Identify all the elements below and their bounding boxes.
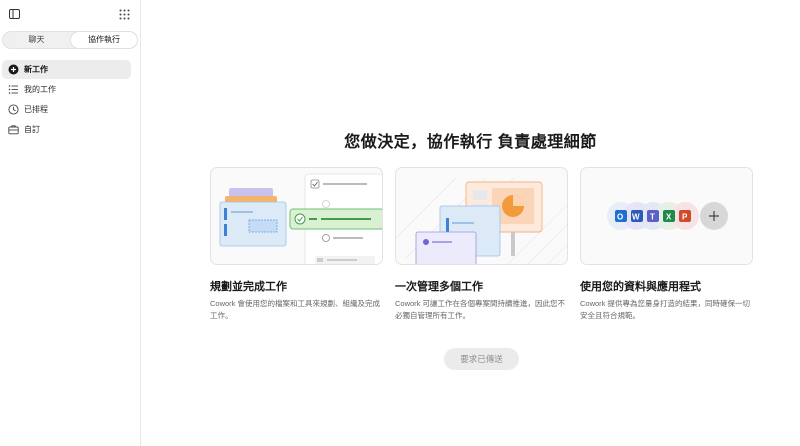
sidebar-header <box>0 0 141 28</box>
feature-card-multitask <box>395 167 568 265</box>
svg-text:X: X <box>666 213 672 222</box>
tab-chat[interactable]: 聊天 <box>3 32 70 48</box>
sidebar: 聊天 協作執行 新工作 我的工作 已排程 自訂 <box>0 0 141 446</box>
svg-text:T: T <box>650 213 655 222</box>
sidebar-item-my-tasks[interactable]: 我的工作 <box>2 80 131 99</box>
feature-title-multitask: 一次管理多個工作 <box>395 281 483 293</box>
sidebar-nav: 新工作 我的工作 已排程 自訂 <box>2 60 131 140</box>
excel-icon: X <box>663 210 675 222</box>
sidebar-item-custom[interactable]: 自訂 <box>2 120 131 139</box>
planning-illustration <box>219 173 382 264</box>
mode-switcher: 聊天 協作執行 <box>2 31 137 49</box>
svg-text:P: P <box>682 213 688 222</box>
outlook-icon: O <box>615 210 627 222</box>
feature-desc-multitask: Cowork 可讓工作在各個專案間持續推進，因此您不必獨自管理所有工作。 <box>395 299 566 320</box>
multitask-illustration <box>396 177 567 264</box>
feature-card-apps: O W T X P <box>580 167 753 265</box>
request-sent-button[interactable]: 要求已傳送 <box>444 348 519 370</box>
sidebar-item-new-task[interactable]: 新工作 <box>2 60 131 79</box>
feature-card-plan <box>210 167 383 265</box>
plus-circle-icon <box>8 64 19 75</box>
feature-title-plan: 規劃並完成工作 <box>210 281 287 293</box>
apps-grid-icon[interactable] <box>119 9 130 20</box>
page-title: 您做決定，協作執行 負責處理細節 <box>344 134 597 151</box>
sidebar-item-label: 我的工作 <box>24 85 56 94</box>
app-integrations-illustration: O W T X P <box>607 202 728 230</box>
briefcase-icon <box>8 125 19 135</box>
sidebar-toggle-icon[interactable] <box>9 9 20 19</box>
powerpoint-icon: P <box>679 210 691 222</box>
tab-cowork[interactable]: 協作執行 <box>71 32 137 48</box>
teams-icon: T <box>647 210 659 222</box>
feature-title-apps: 使用您的資料與應用程式 <box>580 281 701 293</box>
word-icon: W <box>631 210 643 222</box>
svg-text:W: W <box>632 213 640 222</box>
main-area: 您做決定，協作執行 負責處理細節 O W T X P 規劃並完成工作 Cowor… <box>141 0 800 446</box>
sidebar-item-label: 自訂 <box>24 125 40 134</box>
list-icon <box>8 85 18 94</box>
svg-text:O: O <box>617 213 623 222</box>
sidebar-item-scheduled[interactable]: 已排程 <box>2 100 131 119</box>
feature-desc-apps: Cowork 提供專為您量身打造的結果，同時確保一切安全且符合規範。 <box>580 299 751 320</box>
sidebar-item-label: 已排程 <box>24 105 48 114</box>
clock-icon <box>8 104 19 115</box>
feature-desc-plan: Cowork 會使用您的檔案和工具來規劃、組織及完成工作。 <box>210 299 381 320</box>
sidebar-item-label: 新工作 <box>24 65 48 74</box>
